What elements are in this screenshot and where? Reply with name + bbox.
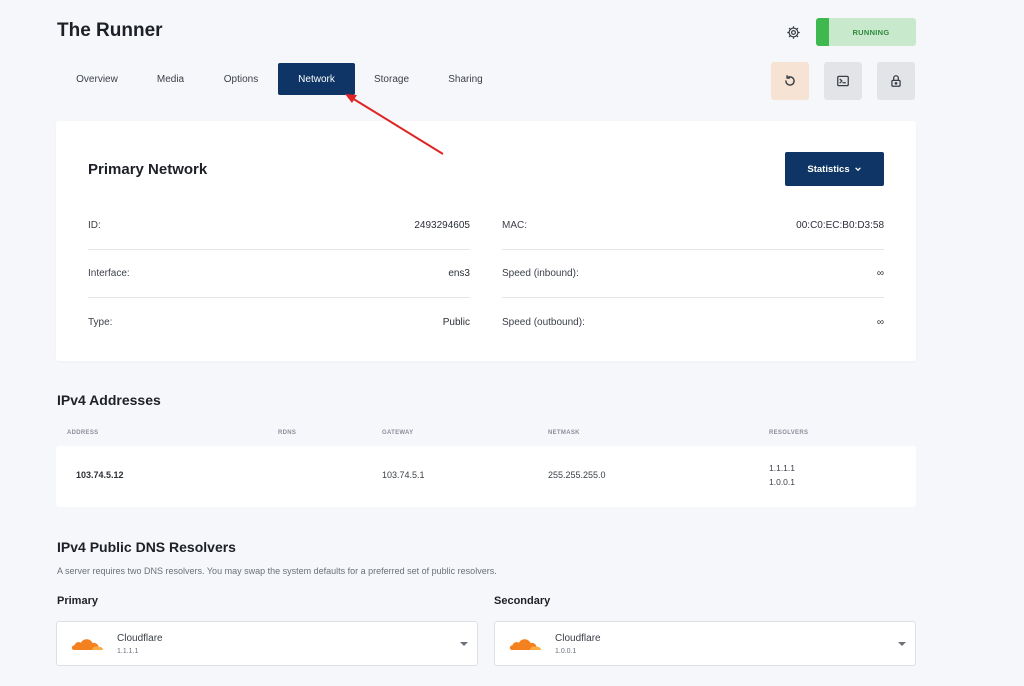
- tab-media[interactable]: Media: [137, 63, 204, 95]
- statistics-button[interactable]: Statistics: [785, 152, 884, 186]
- cloudflare-icon: [509, 639, 541, 650]
- network-id-value: 2493294605: [414, 220, 470, 231]
- network-interface-row: Interface: ens3: [88, 250, 470, 298]
- tab-options[interactable]: Options: [204, 63, 278, 95]
- network-speed-in-label: Speed (inbound):: [502, 268, 579, 279]
- restart-icon: [785, 75, 795, 86]
- status-badge: RUNNING: [816, 18, 916, 46]
- network-type-row: Type: Public: [88, 298, 470, 346]
- primary-resolver-provider: Cloudflare: [117, 633, 163, 644]
- secondary-resolver-label: Secondary: [494, 595, 551, 607]
- column-header-resolvers: RESOLVERS: [769, 430, 809, 436]
- lock-button[interactable]: [877, 62, 915, 100]
- network-speed-in-row: Speed (inbound): ∞: [502, 250, 884, 298]
- network-type-label: Type:: [88, 316, 113, 328]
- secondary-resolver-select[interactable]: Cloudflare 1.0.0.1: [494, 621, 916, 666]
- restart-button[interactable]: [771, 62, 809, 100]
- dropdown-caret-icon: [460, 642, 468, 646]
- ipv4-address: 103.74.5.12: [76, 470, 124, 480]
- terminal-icon: [837, 75, 849, 87]
- tab-network[interactable]: Network: [278, 63, 355, 95]
- chevron-down-icon: [854, 167, 861, 172]
- page-title: The Runner: [57, 20, 163, 41]
- secondary-resolver-ip: 1.0.0.1: [555, 648, 577, 655]
- status-indicator-bar: [816, 18, 829, 46]
- cloudflare-icon: [71, 639, 103, 650]
- primary-network-card: Primary Network Statistics ID: 249329460…: [56, 121, 916, 361]
- dropdown-caret-icon: [898, 642, 906, 646]
- lock-icon: [891, 75, 901, 87]
- ipv4-netmask: 255.255.255.0: [548, 470, 606, 480]
- column-header-rdns: RDNS: [278, 430, 297, 436]
- gear-icon[interactable]: [786, 25, 801, 40]
- tab-bar: Overview Media Options Network Storage S…: [57, 63, 503, 95]
- status-label: RUNNING: [852, 27, 890, 37]
- network-speed-out-row: Speed (outbound): ∞: [502, 298, 884, 346]
- network-mac-label: MAC:: [502, 220, 527, 231]
- table-row: 103.74.5.12 103.74.5.1 255.255.255.0 1.1…: [56, 446, 916, 507]
- dns-resolvers-title: IPv4 Public DNS Resolvers: [57, 539, 236, 555]
- ipv4-resolver-1: 1.1.1.1: [769, 463, 795, 473]
- network-id-label: ID:: [88, 220, 101, 231]
- primary-network-title: Primary Network: [88, 161, 208, 178]
- tab-storage[interactable]: Storage: [355, 63, 428, 95]
- network-mac-value: 00:C0:EC:B0:D3:58: [796, 220, 884, 231]
- console-button[interactable]: [824, 62, 862, 100]
- ipv4-addresses-title: IPv4 Addresses: [57, 392, 161, 408]
- tab-sharing[interactable]: Sharing: [428, 63, 503, 95]
- primary-resolver-label: Primary: [57, 595, 98, 607]
- statistics-label: Statistics: [807, 163, 850, 175]
- column-header-address: ADDRESS: [67, 430, 99, 436]
- column-header-gateway: GATEWAY: [382, 430, 414, 436]
- primary-resolver-select[interactable]: Cloudflare 1.1.1.1: [56, 621, 478, 666]
- network-mac-row: MAC: 00:C0:EC:B0:D3:58: [502, 202, 884, 250]
- network-speed-out-value: ∞: [876, 316, 884, 328]
- ipv4-resolver-2: 1.0.0.1: [769, 477, 795, 487]
- network-speed-in-value: ∞: [876, 268, 884, 279]
- secondary-resolver-provider: Cloudflare: [555, 633, 601, 644]
- ipv4-gateway: 103.74.5.1: [382, 470, 425, 480]
- network-type-value: Public: [442, 316, 470, 328]
- network-interface-label: Interface:: [88, 268, 130, 279]
- dns-resolvers-description: A server requires two DNS resolvers. You…: [57, 566, 497, 576]
- tab-overview[interactable]: Overview: [57, 63, 137, 95]
- network-id-row: ID: 2493294605: [88, 202, 470, 250]
- primary-resolver-ip: 1.1.1.1: [117, 648, 139, 655]
- network-speed-out-label: Speed (outbound):: [502, 316, 585, 328]
- network-interface-value: ens3: [448, 268, 470, 279]
- column-header-netmask: NETMASK: [548, 430, 580, 436]
